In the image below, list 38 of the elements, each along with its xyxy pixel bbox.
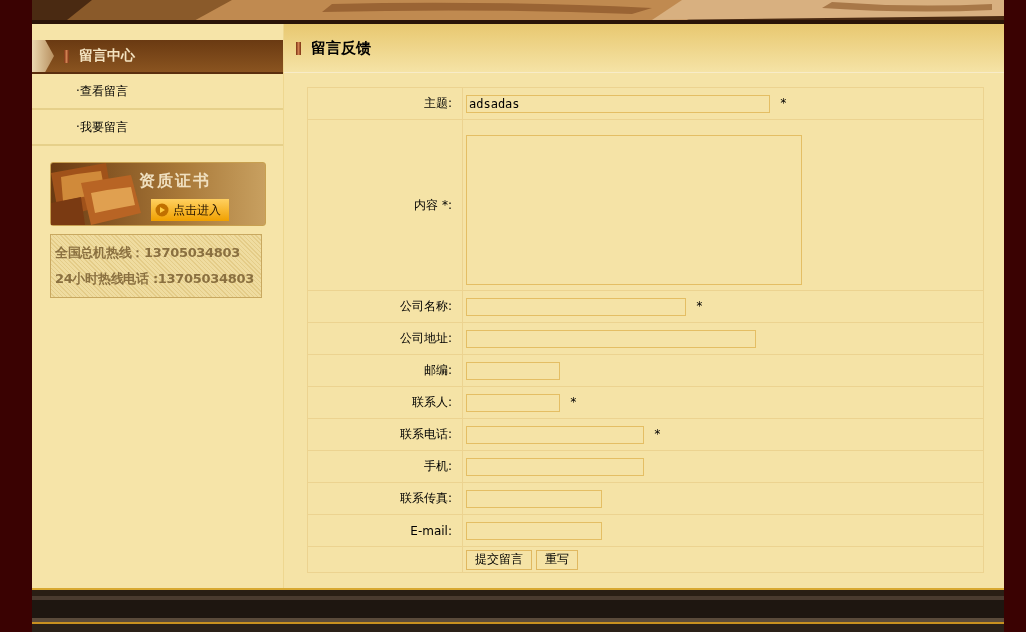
field-label: 公司名称: xyxy=(399,299,452,313)
required-mark: * xyxy=(695,299,704,313)
sidebar-title: 留言中心 xyxy=(79,47,135,65)
content-field[interactable] xyxy=(466,135,802,285)
field-label: 联系传真: xyxy=(399,491,452,505)
certificate-title: 资质证书 xyxy=(139,171,211,192)
input-field[interactable] xyxy=(466,297,686,316)
input-field[interactable] xyxy=(466,393,560,412)
sidebar-link[interactable]: ·查看留言 xyxy=(32,74,283,110)
sidebar-link[interactable]: ·我要留言 xyxy=(32,110,283,146)
field-label: 内容 *: xyxy=(414,197,452,212)
field-label: 公司地址: xyxy=(399,331,452,345)
play-icon xyxy=(155,203,169,217)
hotline-text: 全国总机热线：13705034803 xyxy=(55,244,242,262)
required-mark: * xyxy=(653,427,662,441)
enter-button[interactable]: 点击进入 xyxy=(151,199,229,221)
input-field[interactable]: adsadas xyxy=(466,94,770,113)
field-label: 主题: xyxy=(423,96,452,110)
required-mark: * xyxy=(779,96,788,110)
field-label: 手机: xyxy=(423,459,452,473)
field-label: 邮编: xyxy=(423,363,452,377)
field-label: E-mail: xyxy=(410,523,452,538)
bar-icon xyxy=(296,41,301,55)
form-button[interactable]: 提交留言 xyxy=(466,549,532,570)
chevron-icon xyxy=(32,40,54,72)
input-field[interactable] xyxy=(466,521,602,540)
input-field[interactable] xyxy=(466,361,560,380)
input-field[interactable] xyxy=(466,329,756,348)
bar-icon xyxy=(64,49,69,63)
input-field[interactable] xyxy=(466,425,644,444)
required-mark: * xyxy=(569,395,578,409)
input-field[interactable] xyxy=(466,489,602,508)
form-button[interactable]: 重写 xyxy=(536,549,578,570)
hotline-text: 24小时热线电话 :13705034803 xyxy=(55,270,255,288)
field-label: 联系人: xyxy=(411,395,452,409)
input-field[interactable] xyxy=(466,457,644,476)
field-label: 联系电话: xyxy=(399,427,452,441)
section-title: 留言反馈 xyxy=(311,38,371,58)
